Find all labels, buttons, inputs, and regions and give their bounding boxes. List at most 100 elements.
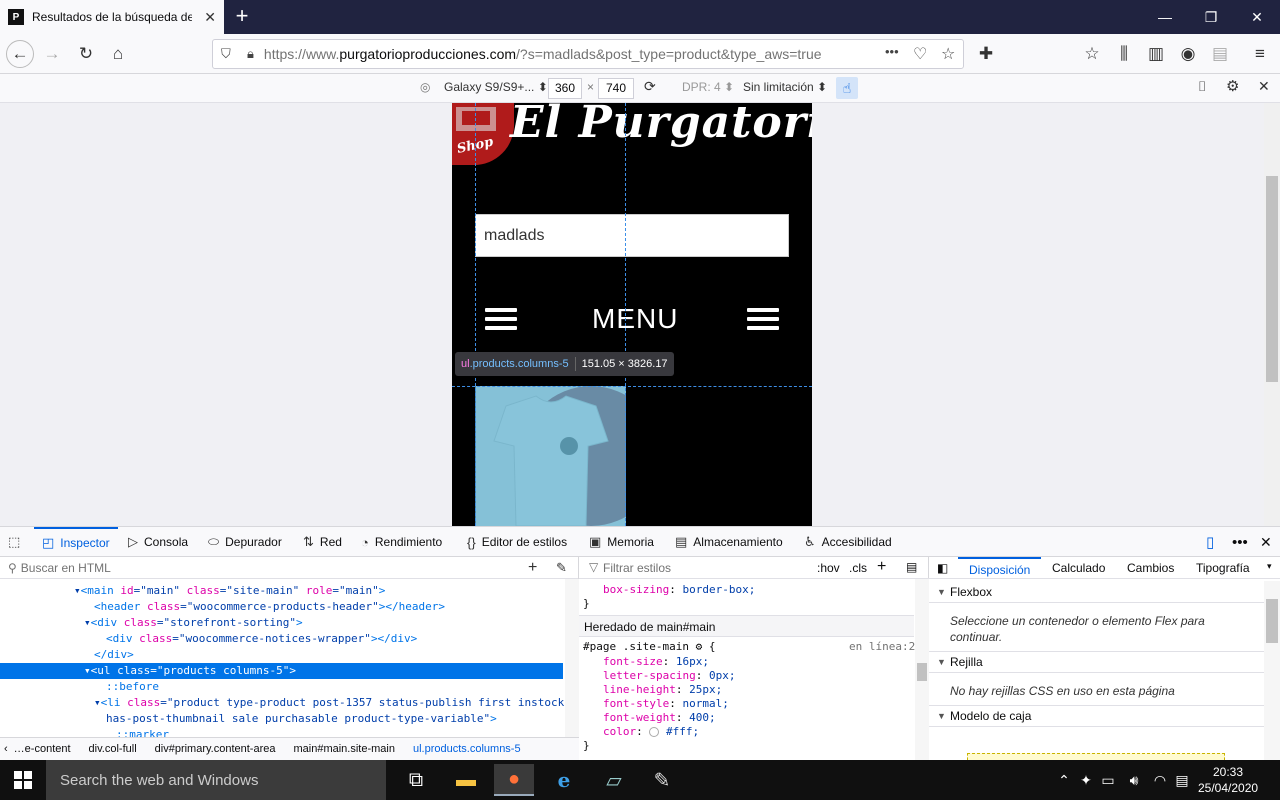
rule-decl[interactable]: font-size: 16px; <box>583 655 709 669</box>
responsive-mode-icon[interactable]: ▯ <box>1206 527 1214 557</box>
more-tabs-icon[interactable]: ▾ <box>1267 561 1272 572</box>
breadcrumb-prev-icon[interactable]: ‹ <box>4 743 8 755</box>
site-logo-text[interactable]: El Purgatorio <box>510 103 812 148</box>
account-icon[interactable]: ◉ <box>1174 40 1202 68</box>
menu-hamburger-icon-right[interactable] <box>747 308 779 330</box>
bookmark-star-icon[interactable]: ☆ <box>941 44 955 64</box>
layout-scrollbar-thumb[interactable] <box>1266 599 1278 643</box>
back-button[interactable]: ← <box>6 40 34 68</box>
rule-decl[interactable]: line-height: 25px; <box>583 683 722 697</box>
extensions-icon[interactable]: ✚ <box>972 40 1000 68</box>
new-tab-button[interactable]: + <box>230 4 254 28</box>
rule-selector[interactable]: #page .site-main ⚙ { <box>583 640 715 654</box>
tab-debugger[interactable]: ⬭ Depurador <box>208 527 282 557</box>
print-simulation-icon[interactable]: ▤ <box>906 560 917 574</box>
home-button[interactable]: ⌂ <box>104 40 132 68</box>
dpr-selector[interactable]: DPR: 4 ⬍ <box>682 80 734 94</box>
tab-accessibility[interactable]: ♿︎ Accesibilidad <box>804 527 892 557</box>
close-rdm-icon[interactable]: ✕ <box>1258 78 1270 95</box>
rules-scrollbar[interactable] <box>915 579 929 760</box>
rule-decl[interactable]: font-style: normal; <box>583 697 729 711</box>
browser-tab[interactable]: P Resultados de la búsqueda de « ✕ <box>0 0 224 34</box>
boxmodel-section-header[interactable]: ▼ Modelo de caja <box>929 705 1280 727</box>
markup-node-li[interactable]: ▾<li class="product type-product post-13… <box>94 695 591 711</box>
rule-decl[interactable]: font-weight: 400; <box>583 711 716 725</box>
rules-scrollbar-thumb[interactable] <box>917 663 927 681</box>
markup-node-main[interactable]: ▾<main id="main" class="site-main" role=… <box>74 583 385 599</box>
library-icon[interactable]: ⫼ <box>1110 40 1138 68</box>
url-text[interactable]: https://www.purgatorioproducciones.com/?… <box>264 46 822 62</box>
rotate-device-icon[interactable]: ⟳ <box>644 78 656 95</box>
hover-states-button[interactable]: :hov <box>817 561 840 575</box>
dropbox-icon[interactable]: ✦ <box>1076 764 1096 796</box>
color-swatch-icon[interactable] <box>649 727 660 737</box>
viewport-height-input[interactable]: 740 <box>598 78 634 99</box>
breadcrumb-item-colfull[interactable]: div.col-full <box>89 743 137 755</box>
settings-gear-icon[interactable]: ⚙ <box>1226 77 1239 95</box>
viewport-width-input[interactable]: 360 <box>548 78 582 99</box>
taskbar-search-input[interactable]: Search the web and Windows <box>46 760 386 800</box>
page-actions-button[interactable]: ••• <box>885 44 899 59</box>
containers-icon[interactable]: ▤ <box>1206 40 1234 68</box>
markup-pseudo-before[interactable]: ::before <box>106 679 159 695</box>
touch-simulation-icon[interactable]: ☝ <box>836 77 858 99</box>
page-scrollbar-thumb[interactable] <box>1266 176 1278 382</box>
menu-toggle-label[interactable]: MENU <box>592 303 678 335</box>
forward-button[interactable]: → <box>38 40 66 68</box>
toggle-sidebar-icon[interactable]: ◧ <box>937 561 948 575</box>
markup-node-notices[interactable]: <div class="woocommerce-notices-wrapper"… <box>106 631 417 647</box>
classes-button[interactable]: .cls <box>849 561 867 575</box>
tracking-shield-icon[interactable]: ⛉ <box>221 46 231 62</box>
restore-button[interactable]: ❐ <box>1188 0 1234 34</box>
eyedropper-icon[interactable]: ✎ <box>556 560 567 576</box>
tab-inspector[interactable]: ◰ Inspector <box>34 527 118 557</box>
notepad-icon[interactable]: ▱ <box>594 764 634 796</box>
pocket-icon[interactable]: ♡ <box>913 44 927 64</box>
layout-scrollbar[interactable] <box>1264 581 1280 760</box>
tab-fonts[interactable]: Tipografía <box>1196 561 1250 575</box>
tab-storage[interactable]: ▤ Almacenamiento <box>675 527 783 557</box>
bookmarks-list-icon[interactable]: ☆ <box>1078 40 1106 68</box>
add-rule-icon[interactable]: + <box>877 558 886 576</box>
breadcrumb-item-primary[interactable]: div#primary.content-area <box>155 743 276 755</box>
tab-style-editor[interactable]: {} Editor de estilos <box>467 527 567 557</box>
markup-node-sorting[interactable]: ▾<div class="storefront-sorting"> <box>84 615 303 631</box>
markup-scrollbar[interactable] <box>565 579 579 737</box>
firefox-icon[interactable]: ● <box>494 764 534 796</box>
add-node-icon[interactable]: + <box>528 559 537 577</box>
devtools-menu-icon[interactable]: ••• <box>1232 527 1248 557</box>
grid-highlighter-icon[interactable]: ⚙ <box>696 640 703 653</box>
element-picker-icon[interactable]: ⬚ <box>8 527 26 557</box>
tab-console[interactable]: ▷ Consola <box>128 527 188 557</box>
notifications-icon[interactable]: ▤ <box>1172 764 1192 796</box>
markup-node-products-selected[interactable]: ▾<ul class="products columns-5"> <box>0 663 563 679</box>
menu-hamburger-icon-left[interactable] <box>485 308 517 330</box>
volume-icon[interactable]: 🔊︎ <box>1124 764 1144 796</box>
breadcrumb-item-content[interactable]: …e-content <box>14 743 71 755</box>
rule-decl-color[interactable]: color: #fff; <box>583 725 699 739</box>
taskbar-clock[interactable]: 20:33 25/04/2020 <box>1198 764 1258 796</box>
paint-icon[interactable]: ✎ <box>642 764 682 796</box>
markup-node-li-cont[interactable]: has-post-thumbnail sale purchasable prod… <box>106 711 497 727</box>
wifi-icon[interactable]: ◠ <box>1150 764 1170 796</box>
tab-performance[interactable]: ◔ Rendimiento <box>361 527 442 557</box>
throttle-selector[interactable]: Sin limitación ⬍ <box>743 80 827 94</box>
reload-button[interactable]: ↻ <box>72 40 100 68</box>
breadcrumb-item-products[interactable]: ul.products.columns-5 <box>413 743 521 755</box>
markup-node-div-close[interactable]: </div> <box>94 647 134 663</box>
markup-node-header[interactable]: <header class="woocommerce-products-head… <box>94 599 445 615</box>
breadcrumb-item-main[interactable]: main#main.site-main <box>294 743 395 755</box>
tab-network[interactable]: ⇅ Red <box>303 527 342 557</box>
minimize-button[interactable]: — <box>1142 0 1188 34</box>
url-bar[interactable]: ⛉ 🔒︎ https://www.purgatorioproducciones.… <box>212 39 964 69</box>
device-selector[interactable]: Galaxy S9/S9+... ⬍ <box>444 80 548 94</box>
product-search-input[interactable]: madlads <box>475 214 789 257</box>
start-button[interactable] <box>0 760 46 800</box>
sidebar-icon[interactable]: ▥ <box>1142 40 1170 68</box>
screenshot-icon[interactable]: ⌷ <box>1198 78 1206 95</box>
show-hidden-icons-icon[interactable]: ⌃ <box>1054 764 1074 796</box>
tab-layout[interactable]: Disposición <box>958 557 1042 579</box>
flexbox-section-header[interactable]: ▼ Flexbox <box>929 581 1280 603</box>
window-close-button[interactable]: ✕ <box>1234 0 1280 34</box>
tab-computed[interactable]: Calculado <box>1052 561 1105 575</box>
